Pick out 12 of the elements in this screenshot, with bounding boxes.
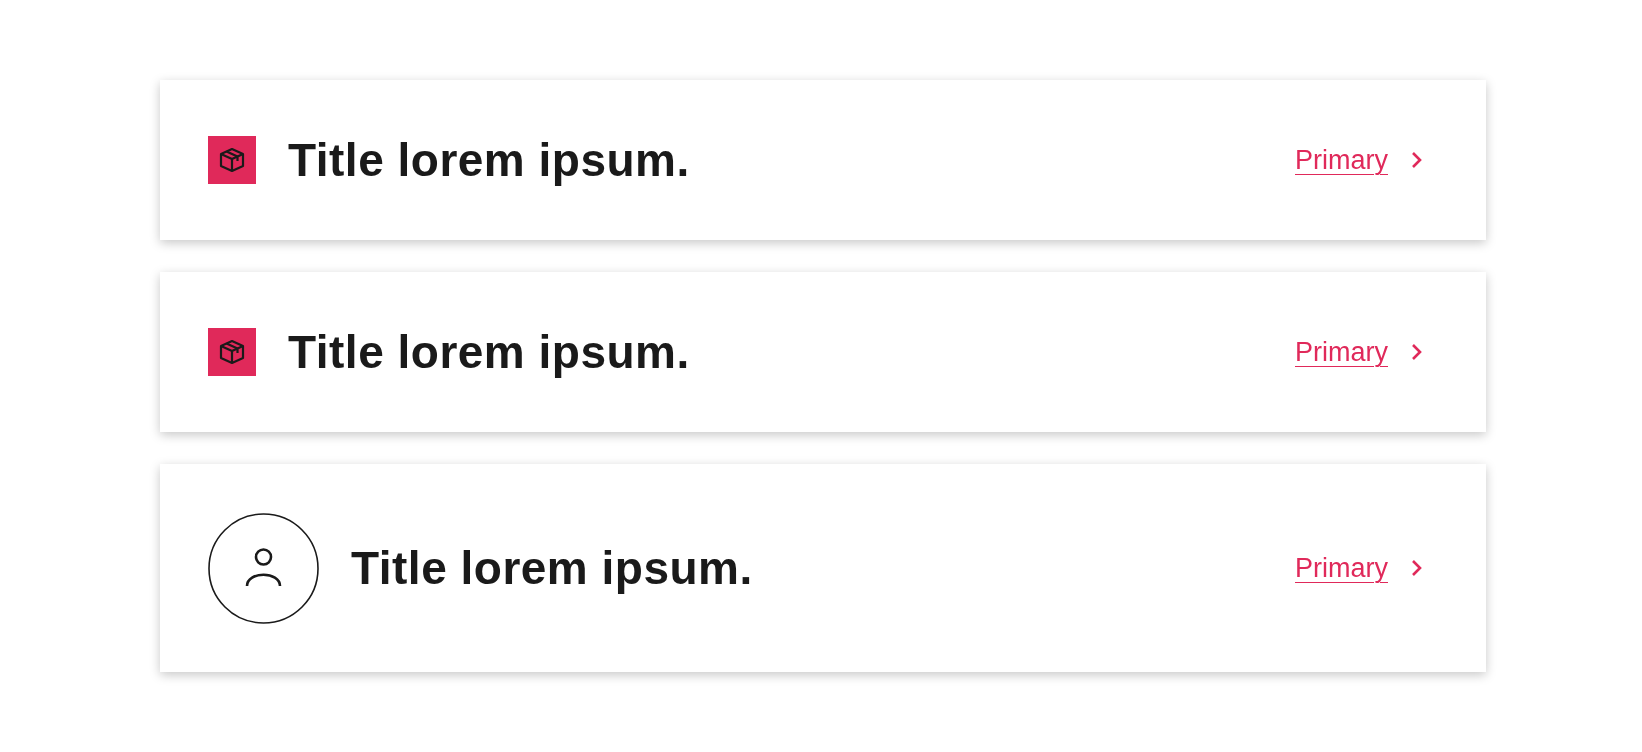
user-avatar-icon [208, 512, 319, 624]
primary-link[interactable]: Primary [1295, 144, 1388, 176]
primary-link[interactable]: Primary [1295, 336, 1388, 368]
primary-link[interactable]: Primary [1295, 552, 1388, 584]
card-title: Title lorem ipsum. [288, 133, 691, 187]
chevron-right-icon [1410, 342, 1424, 362]
package-icon [208, 136, 256, 184]
chevron-right-icon [1410, 150, 1424, 170]
card-title: Title lorem ipsum. [351, 541, 754, 595]
chevron-right-icon [1410, 558, 1424, 578]
package-icon [208, 328, 256, 376]
card-title: Title lorem ipsum. [288, 325, 691, 379]
